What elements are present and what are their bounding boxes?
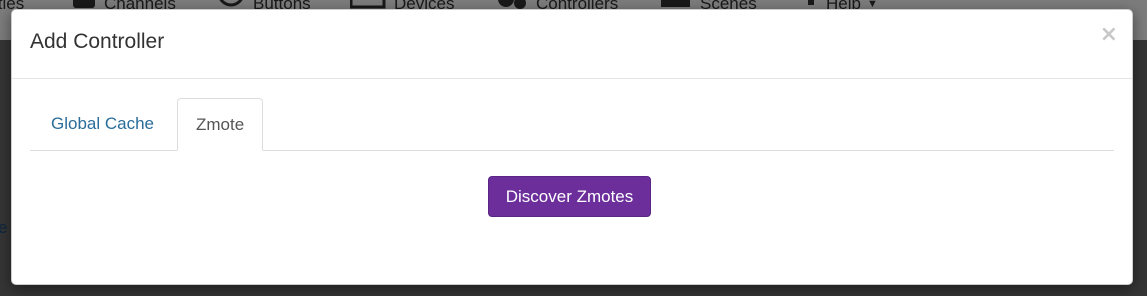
modal-body: Global Cache Zmote Discover Zmotes (12, 79, 1132, 251)
zmote-tab-panel: Discover Zmotes (30, 151, 1114, 251)
discover-zmotes-button[interactable]: Discover Zmotes (488, 176, 651, 217)
add-controller-modal: Add Controller × Global Cache Zmote Disc… (11, 9, 1133, 285)
close-icon[interactable]: × (1100, 24, 1118, 46)
tab-global-cache[interactable]: Global Cache (30, 98, 175, 150)
modal-header: Add Controller × (12, 10, 1132, 79)
controller-type-tabs: Global Cache Zmote (30, 98, 1114, 151)
tab-zmote[interactable]: Zmote (177, 98, 264, 151)
modal-title: Add Controller (30, 30, 165, 53)
